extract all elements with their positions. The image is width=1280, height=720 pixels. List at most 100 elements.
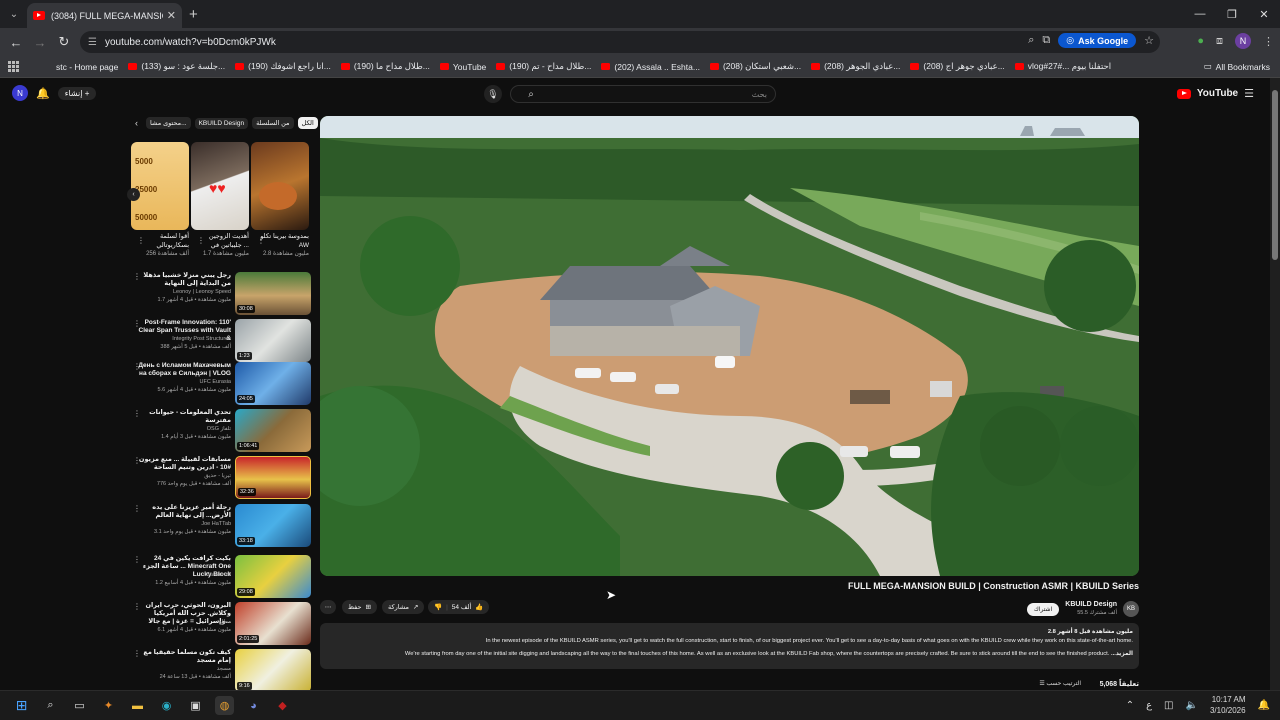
bookmark-item[interactable]: vlog#27#... احتفلنا بيوم [1014,61,1111,72]
edge-icon[interactable]: ◉ [157,696,176,715]
video-thumbnail[interactable]: 9:16 [235,649,311,690]
chrome-icon[interactable]: ◍ [215,696,234,715]
video-thumbnail[interactable]: 24:05 [235,362,311,405]
bookmark-star-icon[interactable]: ☆ [1144,34,1154,47]
bookmark-item[interactable]: (133) جلسة عود : سو... [128,61,225,72]
clock[interactable]: 10:17 AM 3/10/2026 [1210,694,1246,716]
url-text[interactable]: youtube.com/watch?v=b0Dcm0kPJWk [105,37,276,48]
chip-series[interactable]: من السلسلة [252,117,294,129]
bookmark-item[interactable]: (208) عبادي جوهر اج... [910,61,1005,72]
notifications-icon[interactable]: 🔔 [1258,700,1270,711]
bookmark-item[interactable]: (190) طلال مداح - تم... [496,61,591,72]
windows-start-icon[interactable]: ⊞ [12,696,31,715]
subscribe-button[interactable]: اشتراك [1026,602,1060,616]
channel-name[interactable]: مسجد [137,666,231,672]
app-icon[interactable]: ◆ [273,696,292,715]
create-button[interactable]: إنشاء + [57,86,97,100]
apps-grid-icon[interactable] [8,60,20,73]
tab-search-icon[interactable]: ⌄ [0,0,28,28]
zoom-icon[interactable]: ⌕ [1028,34,1034,47]
channel-name[interactable]: KBUILD Design [1065,600,1117,609]
notifications-bell-icon[interactable]: 🔔 [36,87,50,100]
list-item[interactable]: ⋮ 32:36 مسابقات لقبيلة ... منع مزيون #10 -… [131,456,311,500]
extensions-puzzle-icon[interactable]: ⧈ [1216,35,1223,48]
chip-kbuild[interactable]: KBUILD Design [194,117,249,129]
forward-icon[interactable]: → [28,35,52,50]
bookmark-item[interactable]: (208) شعبي استكان... [709,61,801,72]
list-item[interactable]: ⋮ 30:08 رجل يبني منزلا خشبيا مذهلا من البد… [131,272,311,316]
list-item[interactable]: ⋮ 2:01:25 البرون، الحوثي، حرب ايران وكلاش.… [131,602,311,646]
channel-name[interactable]: تيريا - حديق [137,473,231,479]
reload-icon[interactable]: ↻ [52,34,76,50]
video-thumbnail[interactable]: 30:08 [235,272,311,315]
search-input[interactable]: بحث [543,90,767,99]
copilot-icon[interactable]: ✦ [99,696,118,715]
ask-google-button[interactable]: ◎ Ask Google [1058,33,1137,48]
short-menu-icon[interactable]: ⋮ [197,236,205,245]
youtube-logo-text[interactable]: YouTube [1197,88,1238,99]
list-item[interactable]: ⋮ 33:18 رحلة أمير عزيزنا على يده الأرض... … [131,504,311,548]
extension-icon[interactable]: ● [1197,35,1204,47]
video-title[interactable]: رحلة أمير عزيزنا على يده الأرض... إلى نه… [137,504,231,520]
new-tab-icon[interactable]: + [189,6,198,23]
back-icon[interactable]: ← [4,35,28,50]
short-thumbnail[interactable]: 5000 25000 50000 [131,142,189,230]
task-view-icon[interactable]: ▭ [70,696,89,715]
all-bookmarks[interactable]: ▭ All Bookmarks [1204,61,1270,72]
shorts-prev-icon[interactable]: ‹ [127,188,140,201]
short-menu-icon[interactable]: ⋮ [257,236,265,245]
channel-name[interactable]: Joe HaTTab [137,521,231,527]
search-icon[interactable]: ⌕ [519,89,543,100]
video-player[interactable] [320,116,1139,576]
window-close-icon[interactable]: ✕ [1248,0,1280,28]
list-item[interactable]: ⋮ 29:08 بكيت كرافت يكين في 24 ساعة الجزء .… [131,555,311,599]
page-scrollbar[interactable] [1270,78,1280,690]
site-info-icon[interactable]: ☰ [88,37,97,48]
list-item[interactable]: ⋮ 9:16 كيف تكون مسلما حقيقيا مع إمام مسجد م… [131,649,311,690]
video-thumbnail[interactable]: 1:06:41 [235,409,311,452]
network-icon[interactable]: ◫ [1164,700,1173,711]
short-thumbnail[interactable] [251,142,309,230]
save-button[interactable]: حفظ ⊞ [342,600,377,614]
channel-name[interactable]: OSG تلفاز [137,426,231,432]
bookmark-item[interactable]: (190) طلال مداح ما... [340,61,430,72]
chevron-left-icon[interactable]: ‹ [135,118,138,128]
video-title[interactable]: مسابقات لقبيلة ... منع مزيون #10 - ادرين… [137,456,231,472]
video-thumbnail[interactable]: 33:18 [235,504,311,547]
bookmark-item[interactable]: (202) Assala .. Eshta... [601,62,700,72]
file-explorer-icon[interactable]: ▬ [128,696,147,715]
channel-name[interactable]: Integrity Post Structures [137,336,231,342]
video-thumbnail[interactable]: 29:08 [235,555,311,598]
short-menu-icon[interactable]: ⋮ [137,236,145,245]
taskbar-search-icon[interactable]: ⌕ [41,696,60,715]
tray-chevron-icon[interactable]: ⌃ [1126,700,1134,711]
video-thumbnail[interactable]: 2:01:25 [235,602,311,645]
menu-kebab-icon[interactable]: ⋮ [1263,35,1274,48]
video-thumbnail[interactable]: 32:36 [235,456,311,499]
bookmark-item[interactable]: (208) عبادي الجوهر... [811,61,900,72]
video-description[interactable]: 2.8 مليون مشاهدة قبل 8 أشهر In the newes… [320,623,1139,669]
minimize-icon[interactable]: — [1184,0,1216,28]
chip-all[interactable]: الكل [297,117,318,129]
voice-search-icon[interactable]: 🎙 [484,85,502,103]
store-icon[interactable]: ▣ [186,696,205,715]
chip-more[interactable]: محتوى مشا... [146,117,191,129]
channel-name[interactable]: مطلع [137,619,231,625]
discord-icon[interactable]: ◕ [244,696,263,715]
channel-name[interactable]: UFC Eurasia [137,379,231,385]
restore-icon[interactable]: ❐ [1216,0,1248,28]
menu-hamburger-icon[interactable]: ☰ [1244,87,1254,100]
list-item[interactable]: ⋮ 1:23 Post-Frame Innovation: 110' Clear S… [131,319,311,363]
video-title[interactable]: كيف تكون مسلما حقيقيا مع إمام مسجد [137,649,231,665]
share-button[interactable]: مشاركة ↗ [382,600,425,614]
dislike-icon[interactable]: 👎 [434,603,442,611]
tab-close-icon[interactable]: ✕ [167,9,176,22]
bookmark-item[interactable]: YouTube [439,62,486,72]
sort-comments-button[interactable]: ☰ الترتيب حسب [1039,680,1081,687]
account-avatar[interactable]: N [12,85,28,101]
video-title[interactable]: تحدي المعلومات - حيوانات مفترسة [137,409,231,425]
bookmark-item[interactable]: stc - Home page [56,62,118,72]
more-actions-button[interactable]: ⋯ [320,600,336,614]
profile-avatar[interactable]: N [1235,33,1251,49]
volume-icon[interactable]: 🔈 [1186,700,1198,711]
